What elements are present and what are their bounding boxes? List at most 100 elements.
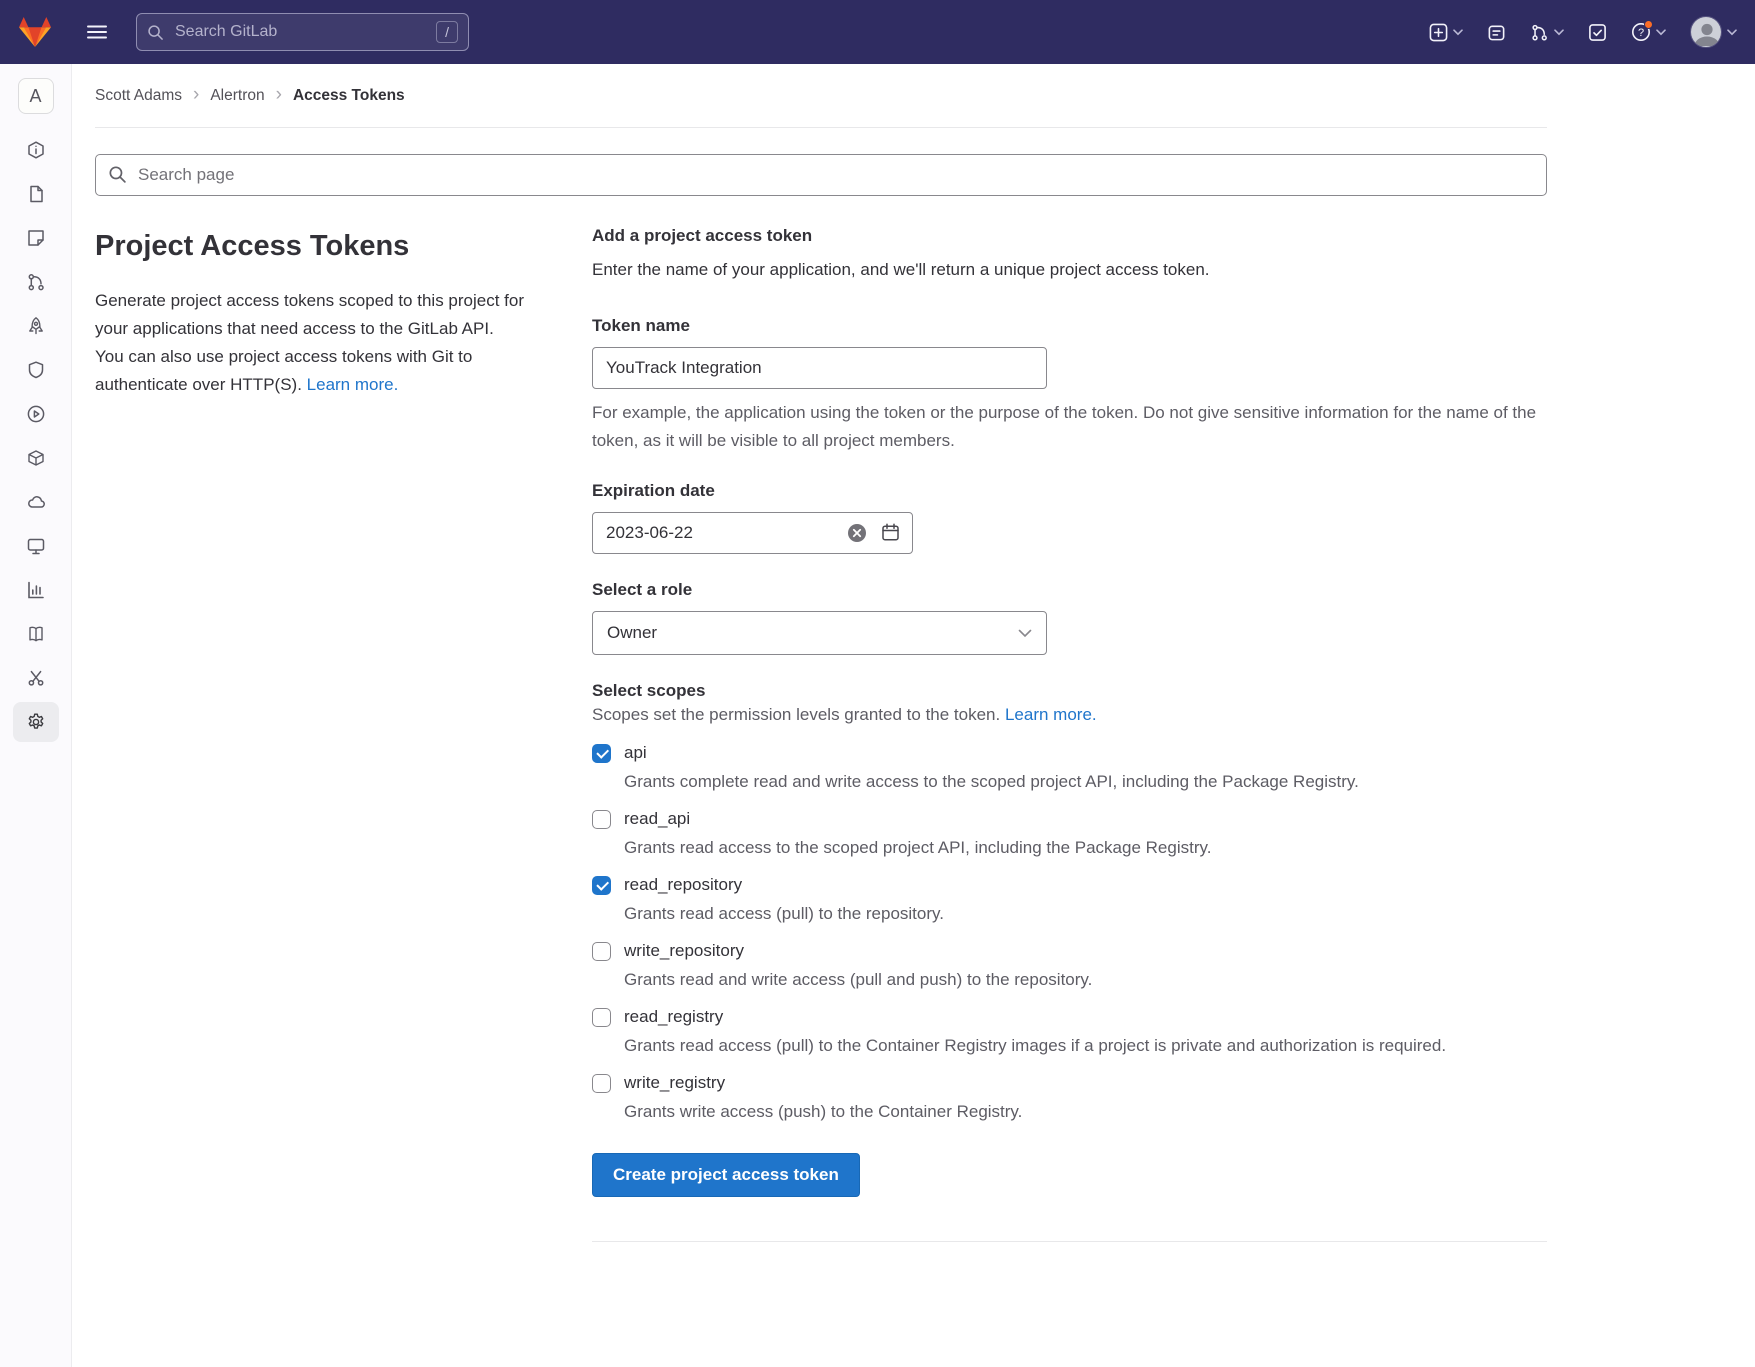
checkbox-write-registry[interactable] [592,1074,611,1093]
checkbox-api[interactable] [592,744,611,763]
sidebar-item-deployments[interactable] [13,394,59,434]
page-title: Project Access Tokens [95,230,540,263]
sidebar-item-monitor[interactable] [13,526,59,566]
shield-icon [26,360,46,380]
monitor-icon [26,536,46,556]
breadcrumb-current: Access Tokens [293,87,405,105]
role-group: Select a role Owner [592,580,1547,655]
todos-button[interactable] [1588,23,1607,42]
search-icon [108,165,127,189]
scope-row-api: api Grants complete read and write acces… [592,743,1547,795]
issues-icon [1487,23,1506,42]
merge-requests-icon [26,272,46,292]
sidebar-item-project-information[interactable] [13,130,59,170]
scope-row-read-repository: read_repository Grants read access (pull… [592,875,1547,927]
token-name-group: Token name For example, the application … [592,316,1547,455]
main-content: Scott Adams › Alertron › Access Tokens P… [95,64,1547,1242]
scissors-icon [26,668,46,688]
page-search-input[interactable] [95,154,1547,196]
form-heading: Add a project access token [592,226,1547,246]
bar-chart-icon [26,580,46,600]
project-avatar[interactable]: A [18,78,54,114]
clear-date-icon[interactable] [847,523,867,543]
scope-row-write-registry: write_registry Grants write access (push… [592,1073,1547,1125]
checkbox-read-api[interactable] [592,810,611,829]
description-2-text: You can also use project access tokens w… [95,347,472,394]
scope-read-registry-toggle[interactable]: read_registry [592,1007,1547,1027]
scopes-learn-more-link[interactable]: Learn more. [1005,705,1097,724]
help-button[interactable]: ? [1631,22,1666,42]
issues-icon [26,228,46,248]
sidebar-item-security-and-compliance[interactable] [13,350,59,390]
breadcrumb: Scott Adams › Alertron › Access Tokens [95,64,1547,106]
scope-api-toggle[interactable]: api [592,743,1547,763]
merge-requests-button[interactable] [1530,23,1564,42]
checkbox-read-repository[interactable] [592,876,611,895]
scope-row-write-repository: write_repository Grants read and write a… [592,941,1547,993]
scopes-help-text: Scopes set the permission levels granted… [592,705,1000,724]
global-search-input[interactable] [173,22,427,42]
token-form: Add a project access token Enter the nam… [592,226,1547,1242]
merge-request-icon [1530,23,1549,42]
scope-read-api-description: Grants read access to the scoped project… [624,834,1547,861]
scope-read-api-toggle[interactable]: read_api [592,809,1547,829]
scope-read-repository-label: read_repository [624,875,742,895]
role-select[interactable]: Owner [592,611,1047,655]
scope-read-repository-toggle[interactable]: read_repository [592,875,1547,895]
issues-button[interactable] [1487,23,1506,42]
scope-write-repository-label: write_repository [624,941,744,961]
checkbox-read-registry[interactable] [592,1008,611,1027]
calendar-icon[interactable] [881,523,900,542]
scope-row-read-registry: read_registry Grants read access (pull) … [592,1007,1547,1059]
sidebar-item-packages-and-registries[interactable] [13,438,59,478]
expiration-date-group: Expiration date [592,481,1547,554]
package-icon [26,448,46,468]
scope-write-registry-description: Grants write access (push) to the Contai… [624,1098,1547,1125]
divider [592,1241,1547,1242]
play-circle-icon [26,404,46,424]
user-avatar [1690,16,1722,48]
sidebar-item-ci-cd[interactable] [13,306,59,346]
section-description-text-2: You can also use project access tokens w… [95,343,540,399]
repository-icon [26,184,46,204]
breadcrumb-user[interactable]: Scott Adams [95,87,182,105]
chevron-right-icon: › [276,85,282,106]
user-menu[interactable] [1690,16,1737,48]
role-label: Select a role [592,580,1547,600]
breadcrumb-project[interactable]: Alertron [210,87,264,105]
sidebar-item-settings[interactable] [13,702,59,742]
sidebar-item-merge-requests[interactable] [13,262,59,302]
sidebar-item-snippets[interactable] [13,658,59,698]
sidebar-item-wiki[interactable] [13,614,59,654]
scope-read-registry-label: read_registry [624,1007,723,1027]
section-description-text-1: Generate project access tokens scoped to… [95,287,540,343]
scope-write-repository-toggle[interactable]: write_repository [592,941,1547,961]
sidebar-item-analytics[interactable] [13,570,59,610]
token-name-help: For example, the application using the t… [592,399,1547,455]
search-icon [147,24,164,41]
sidebar-item-infrastructure[interactable] [13,482,59,522]
menu-icon[interactable] [78,13,116,51]
chevron-right-icon: › [193,85,199,106]
scope-api-label: api [624,743,647,763]
chevron-down-icon [1453,29,1463,36]
sidebar-item-repository[interactable] [13,174,59,214]
learn-more-link[interactable]: Learn more. [307,375,399,394]
svg-text:?: ? [1638,27,1644,39]
token-name-input[interactable] [592,347,1047,389]
search-shortcut-key: / [436,21,458,43]
checkbox-write-repository[interactable] [592,942,611,961]
chevron-down-icon [1727,29,1737,36]
new-menu-button[interactable] [1429,23,1463,42]
scope-write-registry-toggle[interactable]: write_registry [592,1073,1547,1093]
todo-check-icon [1588,23,1607,42]
page-search [95,154,1547,196]
project-information-icon [26,140,46,160]
create-token-button[interactable]: Create project access token [592,1153,860,1197]
sidebar-item-issues[interactable] [13,218,59,258]
plus-square-icon [1429,23,1448,42]
token-name-label: Token name [592,316,1547,336]
global-search[interactable]: / [136,13,469,51]
gitlab-logo[interactable] [18,16,52,48]
rocket-icon [26,316,46,336]
